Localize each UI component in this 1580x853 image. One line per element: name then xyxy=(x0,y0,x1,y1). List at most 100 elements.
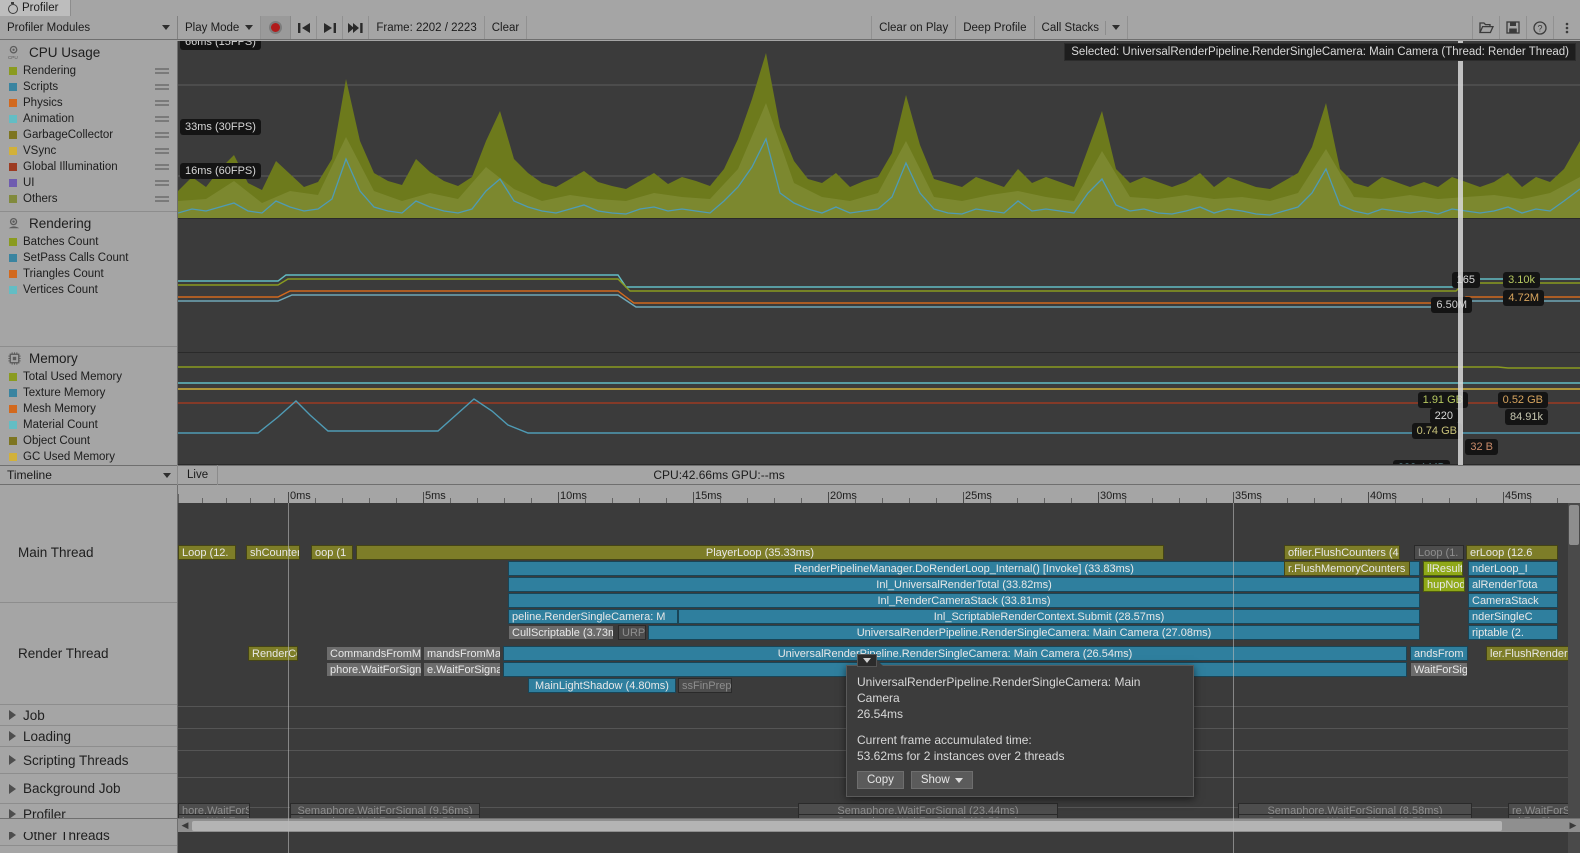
overflow-menu-button[interactable] xyxy=(1553,16,1580,39)
timeline-bar[interactable]: erLoop (12.6 xyxy=(1466,545,1558,560)
timeline-bar[interactable]: CommandsFromMainTh xyxy=(326,646,422,661)
selected-sample-handle[interactable] xyxy=(857,654,877,667)
show-dropdown-button[interactable]: Show xyxy=(910,771,973,789)
module-memory[interactable]: Memory Total Used Memory Texture Memory … xyxy=(0,347,177,465)
counter-row-rendering[interactable]: Rendering xyxy=(0,63,177,79)
thread-label-render-thread[interactable]: Render Thread xyxy=(0,603,177,705)
counter-row-others[interactable]: Others xyxy=(0,191,177,207)
timeline-bar[interactable]: oop (1 xyxy=(311,545,353,560)
memory-chart[interactable]: 1.91 GB 0.52 GB 220 84.91k 0.74 GB 32 B … xyxy=(178,353,1580,465)
timeline-bar[interactable]: CullScriptable (3.73ms xyxy=(508,625,614,640)
save-profile-button[interactable] xyxy=(1499,16,1526,39)
timeline-playhead[interactable] xyxy=(288,503,289,853)
timeline-playhead-secondary[interactable] xyxy=(1233,503,1234,853)
sample-tooltip[interactable]: UniversalRenderPipeline.RenderSingleCame… xyxy=(846,659,1194,797)
timeline-bar[interactable]: e.WaitForSigna xyxy=(423,662,501,677)
timeline-bar[interactable]: phore.WaitForSignal (4.7 xyxy=(326,662,422,677)
timeline-bar[interactable]: alRenderTota xyxy=(1468,577,1558,592)
tab-profiler[interactable]: Profiler xyxy=(0,0,72,16)
thread-group-background-job[interactable]: Background Job xyxy=(0,774,177,804)
counter-row-texture-memory[interactable]: Texture Memory xyxy=(0,385,177,401)
timeline-bar[interactable]: ler.FlushRenderCounters (5.27 xyxy=(1486,646,1580,661)
reorder-handle-icon[interactable] xyxy=(155,180,169,186)
last-frame-button[interactable] xyxy=(343,16,370,39)
thread-group-job[interactable]: Job xyxy=(0,705,177,726)
module-rendering[interactable]: Rendering Batches Count SetPass Calls Co… xyxy=(0,212,177,347)
timeline-bar[interactable]: nderLoop_I xyxy=(1468,561,1558,576)
record-button[interactable] xyxy=(261,16,292,39)
next-frame-button[interactable] xyxy=(317,16,344,39)
timeline-bar[interactable]: andsFrom xyxy=(1410,646,1468,661)
first-frame-button[interactable] xyxy=(291,16,318,39)
timeline-bar[interactable]: ofiler.FlushCounters (4.84m xyxy=(1284,545,1400,560)
cpu-usage-chart[interactable]: 66ms (15FPS) 33ms (30FPS) 16ms (60FPS) xyxy=(178,41,1580,219)
timeline-bar[interactable]: r.FlushMemoryCounters (4. xyxy=(1284,561,1410,576)
thread-group-loading[interactable]: Loading xyxy=(0,726,177,747)
timeline-bar[interactable]: shCounter xyxy=(246,545,300,560)
module-header[interactable]: Rendering xyxy=(0,212,177,234)
timeline-bar[interactable]: ssFinPrep xyxy=(678,678,732,693)
module-header[interactable]: Memory xyxy=(0,347,177,369)
timeline-bar[interactable]: peline.RenderSingleCamera: M xyxy=(508,609,678,624)
counter-row-vertices-count[interactable]: Vertices Count xyxy=(0,282,177,298)
timeline-bar[interactable]: UniversalRenderPipeline.RenderSingleCame… xyxy=(503,646,1407,661)
timeline-bar[interactable]: Loop (12. xyxy=(178,545,236,560)
counter-row-material-count[interactable]: Material Count xyxy=(0,417,177,433)
counter-row-object-count[interactable]: Object Count xyxy=(0,433,177,449)
timeline-view-dropdown[interactable]: Timeline xyxy=(0,465,178,485)
timeline-bar[interactable]: Inl_ScriptableRenderContext.Submit (28.5… xyxy=(678,609,1420,624)
timeline-bar[interactable]: Inl_UniversalRenderTotal (33.82ms) xyxy=(508,577,1420,592)
rendering-chart[interactable]: 165 3.10k 4.72M 6.50M xyxy=(178,219,1580,353)
module-list-pane[interactable]: CPU CPU Usage Rendering Scripts Physics xyxy=(0,41,178,465)
help-button[interactable]: ? xyxy=(1526,16,1553,39)
timeline-bar[interactable]: CameraStack xyxy=(1468,593,1558,608)
profiler-modules-dropdown[interactable]: Profiler Modules xyxy=(0,16,178,39)
scrollbar-thumb[interactable] xyxy=(1569,505,1579,545)
live-button[interactable]: Live xyxy=(178,465,219,485)
module-header[interactable]: CPU CPU Usage xyxy=(0,41,177,63)
clear-on-play-toggle[interactable]: Clear on Play xyxy=(871,16,957,39)
copy-button[interactable]: Copy xyxy=(857,771,904,789)
reorder-handle-icon[interactable] xyxy=(155,148,169,154)
counter-row-ui[interactable]: UI xyxy=(0,175,177,191)
reorder-handle-icon[interactable] xyxy=(155,100,169,106)
timeline-bar[interactable]: URP xyxy=(618,625,646,640)
load-profile-button[interactable] xyxy=(1472,16,1499,39)
counter-row-scripts[interactable]: Scripts xyxy=(0,79,177,95)
counter-row-mesh-memory[interactable]: Mesh Memory xyxy=(0,401,177,417)
counter-row-vsync[interactable]: VSync xyxy=(0,143,177,159)
timeline-bar[interactable]: RenderCoun xyxy=(248,646,298,661)
counter-row-physics[interactable]: Physics xyxy=(0,95,177,111)
counter-row-triangles-count[interactable]: Triangles Count xyxy=(0,266,177,282)
counter-row-gc-used-memory[interactable]: GC Used Memory xyxy=(0,449,177,465)
frame-playhead[interactable] xyxy=(1458,41,1463,465)
timeline-bar[interactable]: llResult xyxy=(1423,561,1463,576)
module-cpu-usage[interactable]: CPU CPU Usage Rendering Scripts Physics xyxy=(0,41,177,212)
reorder-handle-icon[interactable] xyxy=(155,84,169,90)
timeline-bar[interactable]: nderSingleC xyxy=(1468,609,1558,624)
timeline-horizontal-scrollbar[interactable]: ◀ ▶ xyxy=(178,818,1580,832)
counter-row-batches-count[interactable]: Batches Count xyxy=(0,234,177,250)
counter-row-animation[interactable]: Animation xyxy=(0,111,177,127)
call-stacks-dropdown[interactable]: Call Stacks xyxy=(1034,16,1129,39)
scrollbar-thumb[interactable] xyxy=(192,821,1502,831)
timeline-bar[interactable]: riptable (2. xyxy=(1468,625,1558,640)
deep-profile-toggle[interactable]: Deep Profile xyxy=(956,16,1035,39)
thread-label-main-thread[interactable]: Main Thread xyxy=(0,503,177,603)
timeline-ruler[interactable]: 0ms 5ms 10ms 15ms 20ms 25ms 30ms 35ms 40… xyxy=(178,485,1580,503)
counter-row-garbagecollector[interactable]: GarbageCollector xyxy=(0,127,177,143)
timeline-bar[interactable]: PlayerLoop (35.33ms) xyxy=(356,545,1164,560)
play-mode-dropdown[interactable]: Play Mode xyxy=(178,16,262,39)
timeline-bar[interactable]: MainLightShadow (4.80ms) xyxy=(528,678,676,693)
timeline-bar[interactable]: Inl_RenderCameraStack (33.81ms) xyxy=(508,593,1420,608)
scroll-left-icon[interactable]: ◀ xyxy=(178,820,192,831)
counter-row-global-illumination[interactable]: Global Illumination xyxy=(0,159,177,175)
scroll-right-icon[interactable]: ▶ xyxy=(1566,820,1580,831)
reorder-handle-icon[interactable] xyxy=(155,68,169,74)
timeline-bar[interactable]: Loop (1. xyxy=(1414,545,1464,560)
timeline-vertical-scrollbar[interactable] xyxy=(1568,503,1580,853)
reorder-handle-icon[interactable] xyxy=(155,164,169,170)
clear-button[interactable]: Clear xyxy=(484,16,528,39)
timeline-bar[interactable]: hupNod xyxy=(1423,577,1465,592)
reorder-handle-icon[interactable] xyxy=(155,116,169,122)
